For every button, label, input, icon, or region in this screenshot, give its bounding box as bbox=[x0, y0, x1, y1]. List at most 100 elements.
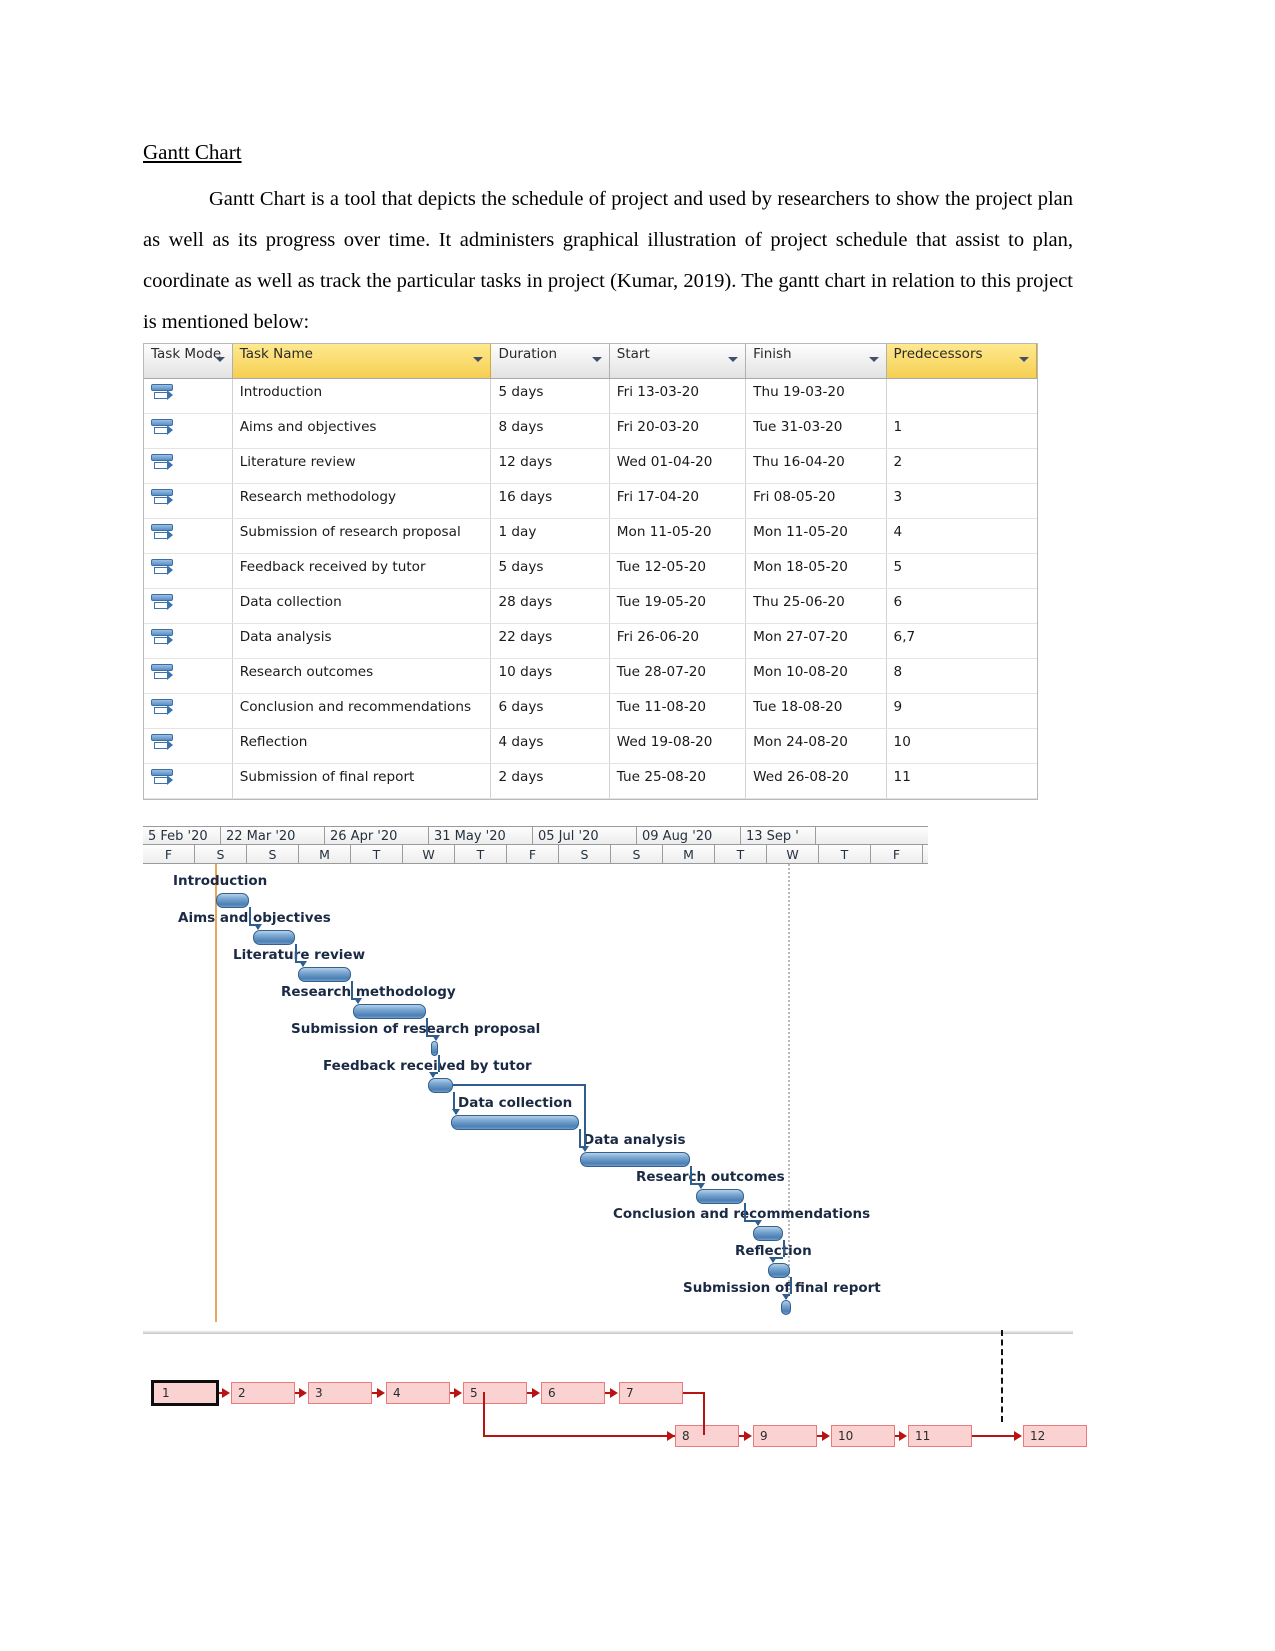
table-row[interactable]: Feedback received by tutor 5 days Tue 12-0… bbox=[144, 553, 1037, 589]
cell-duration[interactable]: 1 day bbox=[490, 518, 610, 554]
cell-start[interactable]: Tue 19-05-20 bbox=[609, 588, 747, 624]
cell-finish[interactable]: Mon 10-08-20 bbox=[745, 658, 887, 694]
auto-schedule-icon[interactable] bbox=[151, 418, 175, 439]
cell-duration[interactable]: 6 days bbox=[490, 693, 610, 729]
cell-task-name[interactable]: Literature review bbox=[232, 448, 492, 484]
task-table[interactable]: Task Mode Task Name Duration Start Finis… bbox=[143, 343, 1038, 800]
network-node[interactable]: 12 bbox=[1023, 1425, 1087, 1447]
column-header-predecessors[interactable]: Predecessors bbox=[886, 344, 1038, 379]
auto-schedule-icon[interactable] bbox=[151, 453, 175, 474]
table-row[interactable]: Submission of research proposal 1 day Mon … bbox=[144, 518, 1037, 554]
cell-start[interactable]: Fri 13-03-20 bbox=[609, 378, 747, 414]
gantt-bar[interactable] bbox=[253, 930, 295, 945]
gantt-bar[interactable] bbox=[298, 967, 351, 982]
cell-task-mode[interactable] bbox=[144, 763, 233, 799]
cell-start[interactable]: Tue 28-07-20 bbox=[609, 658, 747, 694]
cell-start[interactable]: Wed 01-04-20 bbox=[609, 448, 747, 484]
cell-task-name[interactable]: Research methodology bbox=[232, 483, 492, 519]
table-row[interactable]: Research methodology 16 days Fri 17-04-20 F… bbox=[144, 483, 1037, 519]
gantt-bar[interactable] bbox=[353, 1004, 426, 1019]
gantt-bar[interactable] bbox=[451, 1115, 579, 1130]
gantt-bar[interactable] bbox=[696, 1189, 744, 1204]
cell-task-name[interactable]: Submission of research proposal bbox=[232, 518, 492, 554]
cell-finish[interactable]: Wed 26-08-20 bbox=[745, 763, 887, 799]
column-header-task-mode[interactable]: Task Mode bbox=[144, 344, 233, 379]
cell-finish[interactable]: Fri 08-05-20 bbox=[745, 483, 887, 519]
auto-schedule-icon[interactable] bbox=[151, 628, 175, 649]
column-header-finish[interactable]: Finish bbox=[745, 344, 887, 379]
cell-start[interactable]: Fri 26-06-20 bbox=[609, 623, 747, 659]
gantt-bar[interactable] bbox=[768, 1263, 790, 1278]
cell-predecessors[interactable]: 3 bbox=[886, 483, 1037, 519]
network-node[interactable]: 3 bbox=[308, 1382, 372, 1404]
cell-task-mode[interactable] bbox=[144, 658, 233, 694]
cell-predecessors[interactable]: 8 bbox=[886, 658, 1037, 694]
cell-finish[interactable]: Mon 24-08-20 bbox=[745, 728, 887, 764]
cell-task-name[interactable]: Conclusion and recommendations bbox=[232, 693, 492, 729]
auto-schedule-icon[interactable] bbox=[151, 488, 175, 509]
cell-predecessors[interactable]: 6 bbox=[886, 588, 1037, 624]
cell-start[interactable]: Mon 11-05-20 bbox=[609, 518, 747, 554]
gantt-plot-area[interactable]: Introduction Aims and objectives Literatur… bbox=[143, 864, 928, 1324]
cell-start[interactable]: Tue 25-08-20 bbox=[609, 763, 747, 799]
cell-duration[interactable]: 8 days bbox=[490, 413, 610, 449]
network-node[interactable]: 9 bbox=[753, 1425, 817, 1447]
table-row[interactable]: Aims and objectives 8 days Fri 20-03-20 Tue… bbox=[144, 413, 1037, 449]
cell-task-mode[interactable] bbox=[144, 693, 233, 729]
cell-predecessors[interactable] bbox=[886, 378, 1037, 414]
cell-predecessors[interactable]: 6,7 bbox=[886, 623, 1037, 659]
chevron-down-icon[interactable] bbox=[214, 357, 225, 362]
cell-task-mode[interactable] bbox=[144, 728, 233, 764]
network-node[interactable]: 6 bbox=[541, 1382, 605, 1404]
chevron-down-icon[interactable] bbox=[591, 357, 602, 362]
table-row[interactable]: Research outcomes 10 days Tue 28-07-20 Mon … bbox=[144, 658, 1037, 694]
network-node[interactable]: 11 bbox=[908, 1425, 972, 1447]
cell-duration[interactable]: 5 days bbox=[490, 553, 610, 589]
cell-duration[interactable]: 28 days bbox=[490, 588, 610, 624]
cell-task-name[interactable]: Research outcomes bbox=[232, 658, 492, 694]
cell-task-mode[interactable] bbox=[144, 588, 233, 624]
column-header-start[interactable]: Start bbox=[609, 344, 747, 379]
cell-duration[interactable]: 4 days bbox=[490, 728, 610, 764]
network-node[interactable]: 8 bbox=[675, 1425, 739, 1447]
network-node[interactable]: 2 bbox=[231, 1382, 295, 1404]
cell-task-name[interactable]: Data analysis bbox=[232, 623, 492, 659]
cell-task-mode[interactable] bbox=[144, 448, 233, 484]
cell-duration[interactable]: 10 days bbox=[490, 658, 610, 694]
cell-start[interactable]: Wed 19-08-20 bbox=[609, 728, 747, 764]
cell-duration[interactable]: 2 days bbox=[490, 763, 610, 799]
cell-start[interactable]: Fri 17-04-20 bbox=[609, 483, 747, 519]
network-node[interactable]: 4 bbox=[386, 1382, 450, 1404]
column-header-duration[interactable]: Duration bbox=[490, 344, 610, 379]
cell-task-name[interactable]: Feedback received by tutor bbox=[232, 553, 492, 589]
cell-finish[interactable]: Thu 25-06-20 bbox=[745, 588, 887, 624]
cell-task-name[interactable]: Aims and objectives bbox=[232, 413, 492, 449]
cell-finish[interactable]: Thu 16-04-20 bbox=[745, 448, 887, 484]
cell-task-name[interactable]: Submission of final report bbox=[232, 763, 492, 799]
column-header-task-name[interactable]: Task Name bbox=[232, 344, 492, 379]
network-node[interactable]: 1 bbox=[151, 1380, 219, 1406]
cell-task-name[interactable]: Data collection bbox=[232, 588, 492, 624]
network-diagram[interactable]: 1 2 3 4 5 6 7 8 9 10 11 12 bbox=[143, 1330, 1087, 1450]
cell-task-mode[interactable] bbox=[144, 378, 233, 414]
auto-schedule-icon[interactable] bbox=[151, 733, 175, 754]
cell-finish[interactable]: Mon 27-07-20 bbox=[745, 623, 887, 659]
table-row[interactable]: Introduction 5 days Fri 13-03-20 Thu 19-03-… bbox=[144, 378, 1037, 414]
cell-task-mode[interactable] bbox=[144, 518, 233, 554]
cell-predecessors[interactable]: 2 bbox=[886, 448, 1037, 484]
chevron-down-icon[interactable] bbox=[1019, 357, 1029, 362]
gantt-bar[interactable] bbox=[428, 1078, 453, 1093]
chevron-down-icon[interactable] bbox=[728, 357, 739, 362]
cell-start[interactable]: Tue 12-05-20 bbox=[609, 553, 747, 589]
cell-finish[interactable]: Tue 31-03-20 bbox=[745, 413, 887, 449]
auto-schedule-icon[interactable] bbox=[151, 383, 175, 404]
cell-start[interactable]: Tue 11-08-20 bbox=[609, 693, 747, 729]
cell-task-mode[interactable] bbox=[144, 553, 233, 589]
table-row[interactable]: Literature review 12 days Wed 01-04-20 Thu … bbox=[144, 448, 1037, 484]
network-node[interactable]: 10 bbox=[831, 1425, 895, 1447]
gantt-bar[interactable] bbox=[431, 1041, 438, 1056]
cell-duration[interactable]: 12 days bbox=[490, 448, 610, 484]
cell-duration[interactable]: 22 days bbox=[490, 623, 610, 659]
cell-predecessors[interactable]: 1 bbox=[886, 413, 1037, 449]
gantt-bar[interactable] bbox=[580, 1152, 690, 1167]
